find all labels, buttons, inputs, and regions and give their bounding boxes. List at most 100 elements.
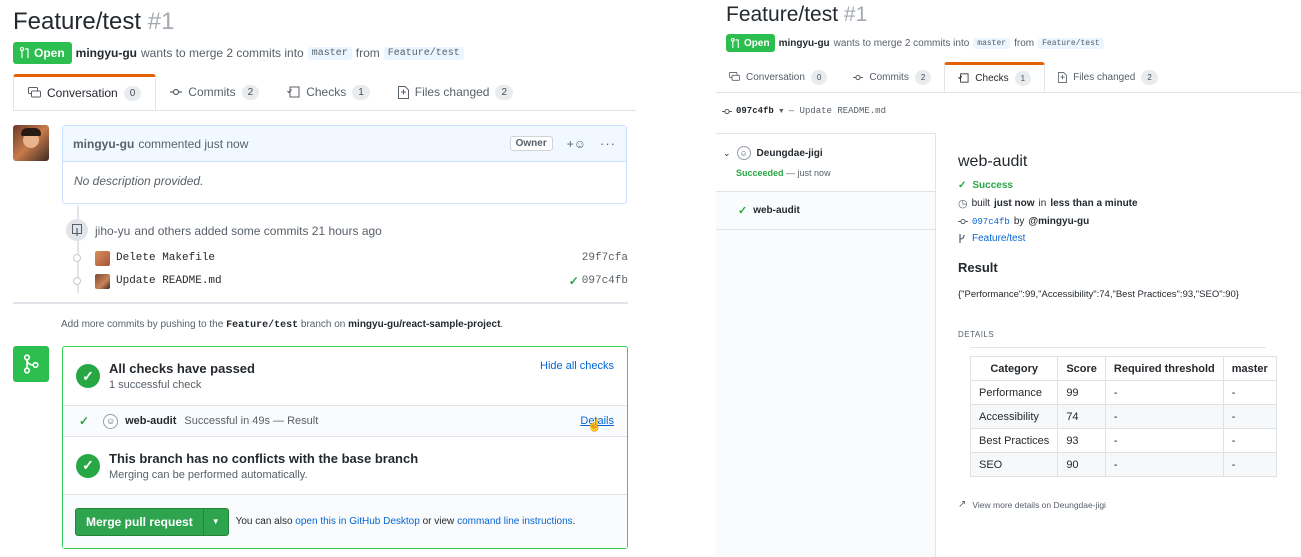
head-branch-ref[interactable]: Feature/test bbox=[1038, 37, 1104, 49]
check-run-name: web-audit bbox=[125, 415, 177, 427]
pr-author-link[interactable]: mingyu-gu bbox=[779, 38, 830, 49]
check-suite-status: Succeeded bbox=[736, 168, 784, 178]
result-heading: Result bbox=[958, 260, 998, 275]
view-more-details-link[interactable]: ↗ View more details on Deungdae-jigi bbox=[958, 499, 1298, 510]
add-reaction-icon[interactable]: +☺ bbox=[567, 137, 586, 151]
tab-files-changed[interactable]: Files changed 2 bbox=[1045, 62, 1171, 92]
base-branch-ref[interactable]: master bbox=[307, 46, 352, 60]
app-avatar-icon: ☺ bbox=[103, 413, 119, 429]
checklist-icon bbox=[287, 86, 300, 98]
commits-event-text: and others added some commits 21 hours a… bbox=[134, 224, 382, 238]
tab-checks[interactable]: Checks 1 bbox=[944, 62, 1046, 92]
pr-meta: Open mingyu-gu wants to merge 2 commits … bbox=[13, 42, 464, 64]
tab-conversation[interactable]: Conversation 0 bbox=[13, 74, 157, 110]
head-branch-ref[interactable]: Feature/test bbox=[383, 46, 464, 60]
merge-button-label[interactable]: Merge pull request bbox=[76, 509, 203, 535]
tab-commits[interactable]: Commits 2 bbox=[156, 74, 273, 110]
pr-tabs: Conversation 0 Commits 2 Checks 1 Files … bbox=[13, 74, 636, 111]
pr-state-label: Open bbox=[34, 46, 65, 60]
table-cell: - bbox=[1222, 380, 1277, 405]
hide-all-checks-link[interactable]: Hide all checks bbox=[540, 360, 614, 372]
pull-request-icon bbox=[731, 37, 739, 48]
commit-icon bbox=[170, 88, 183, 96]
pr-state-badge: Open bbox=[13, 42, 72, 64]
pr-title: Feature/test #1 bbox=[726, 3, 867, 27]
conflicts-subtitle: Merging can be performed automatically. bbox=[109, 468, 308, 481]
details-header-cell: Required threshold bbox=[1104, 356, 1224, 381]
merge-pull-request-button[interactable]: Merge pull request ▼ bbox=[75, 507, 229, 536]
tab-conversation[interactable]: Conversation 0 bbox=[716, 62, 840, 92]
built-prefix: built bbox=[971, 198, 990, 209]
cli-instructions-link[interactable]: command line instructions bbox=[457, 516, 573, 527]
comment-author-avatar[interactable] bbox=[13, 125, 49, 161]
details-heading: DETAILS bbox=[958, 330, 995, 339]
merge-options-dropdown-icon[interactable]: ▼ bbox=[202, 508, 228, 535]
tab-checks[interactable]: Checks 1 bbox=[273, 74, 384, 110]
commit-icon bbox=[853, 74, 864, 81]
checks-subtitle: 1 successful check bbox=[109, 379, 202, 391]
table-cell: 99 bbox=[1057, 380, 1106, 405]
commit-selector[interactable]: 097c4fb ▼ — Update README.md bbox=[722, 106, 886, 116]
pr-state-label: Open bbox=[744, 37, 770, 49]
push-hint-repo[interactable]: mingyu-gu/react-sample-project bbox=[348, 319, 500, 330]
check-circle-icon: ✓ bbox=[76, 453, 100, 478]
git-merge-icon bbox=[13, 346, 49, 382]
kebab-menu-icon[interactable]: ··· bbox=[600, 136, 616, 151]
selected-commit-sha: 097c4fb bbox=[736, 106, 774, 116]
check-circle-icon: ✓ bbox=[76, 364, 100, 388]
tab-files-changed-count: 2 bbox=[1141, 69, 1158, 85]
pr-tabs: Conversation 0 Commits 2 Checks 1 Files … bbox=[716, 62, 1301, 93]
pr-state-badge: Open bbox=[726, 34, 775, 52]
tab-commits-count: 2 bbox=[914, 69, 932, 85]
commit-author-avatar[interactable] bbox=[95, 273, 110, 289]
commit-message[interactable]: Delete Makefile bbox=[116, 252, 215, 264]
pr-author-link[interactable]: mingyu-gu bbox=[76, 46, 137, 60]
app-avatar-icon: ☺ bbox=[736, 146, 751, 160]
commits-event-author[interactable]: jiho-yu bbox=[95, 224, 130, 238]
details-table-header-row: Category Score Required threshold master bbox=[969, 356, 1277, 381]
conversation-icon bbox=[28, 87, 41, 99]
selected-commit-message: — Update README.md bbox=[788, 106, 886, 116]
pr-meta: Open mingyu-gu wants to merge 2 commits … bbox=[726, 34, 1104, 52]
commits-event: jiho-yu and others added some commits 21… bbox=[95, 224, 382, 238]
commit-user[interactable]: @mingyu-gu bbox=[1028, 216, 1089, 227]
check-icon[interactable]: ✓ bbox=[569, 274, 579, 288]
check-run-branch[interactable]: Feature/test bbox=[972, 233, 1025, 244]
push-hint-suffix: . bbox=[500, 319, 504, 330]
merge-actions: Merge pull request ▼ You can also open t… bbox=[63, 495, 627, 548]
table-cell: - bbox=[1222, 404, 1277, 429]
merge-box: ✓ All checks have passed 1 successful ch… bbox=[62, 346, 628, 549]
table-cell: Accessibility bbox=[969, 404, 1059, 429]
tab-files-changed[interactable]: Files changed 2 bbox=[384, 74, 527, 110]
result-json: {"Performance":99,"Accessibility":74,"Be… bbox=[958, 289, 1239, 300]
table-cell: 74 bbox=[1057, 404, 1106, 429]
commit-dot-icon bbox=[73, 254, 81, 262]
commit-sha[interactable]: 29f7cfa bbox=[582, 252, 628, 264]
pr-from-text: from bbox=[1014, 37, 1035, 49]
chevron-down-icon[interactable]: ⌄ bbox=[723, 148, 731, 159]
pull-request-conversation-view: Feature/test #1 Open mingyu-gu wants to … bbox=[0, 0, 650, 557]
comment-author[interactable]: mingyu-gu bbox=[73, 137, 134, 151]
check-suite-item[interactable]: ⌄ ☺ Deungdae-jigi Succeeded — just now bbox=[716, 134, 935, 192]
commit-message[interactable]: Update README.md bbox=[116, 275, 222, 287]
table-cell: 93 bbox=[1057, 428, 1106, 453]
pr-number: #1 bbox=[147, 8, 175, 35]
comment-header: mingyu-gu commented just now Owner +☺ ··… bbox=[63, 126, 626, 162]
tab-commits[interactable]: Commits 2 bbox=[840, 62, 944, 92]
check-run-item-web-audit[interactable]: ✓ web-audit bbox=[716, 192, 935, 230]
comment-action: commented just now bbox=[138, 136, 249, 151]
commit-author-avatar[interactable] bbox=[95, 250, 110, 266]
tab-commits-label: Commits bbox=[188, 85, 236, 99]
open-desktop-link[interactable]: open this in GitHub Desktop bbox=[295, 516, 420, 527]
commit-sha[interactable]: 097c4fb bbox=[582, 275, 628, 287]
base-branch-ref[interactable]: master bbox=[973, 37, 1011, 49]
merge-alt-text: You can also open this in GitHub Desktop… bbox=[236, 516, 576, 527]
file-diff-icon bbox=[397, 85, 409, 99]
check-run-branch-line: Feature/test bbox=[958, 233, 1298, 244]
tab-checks-label: Checks bbox=[306, 85, 347, 99]
tab-conversation-label: Conversation bbox=[47, 86, 118, 100]
check-run-commit-sha[interactable]: 097c4fb bbox=[972, 217, 1010, 227]
tab-files-changed-label: Files changed bbox=[414, 85, 490, 99]
conflicts-title: This branch has no conflicts with the ba… bbox=[109, 450, 419, 466]
checks-title: All checks have passed bbox=[109, 361, 255, 376]
